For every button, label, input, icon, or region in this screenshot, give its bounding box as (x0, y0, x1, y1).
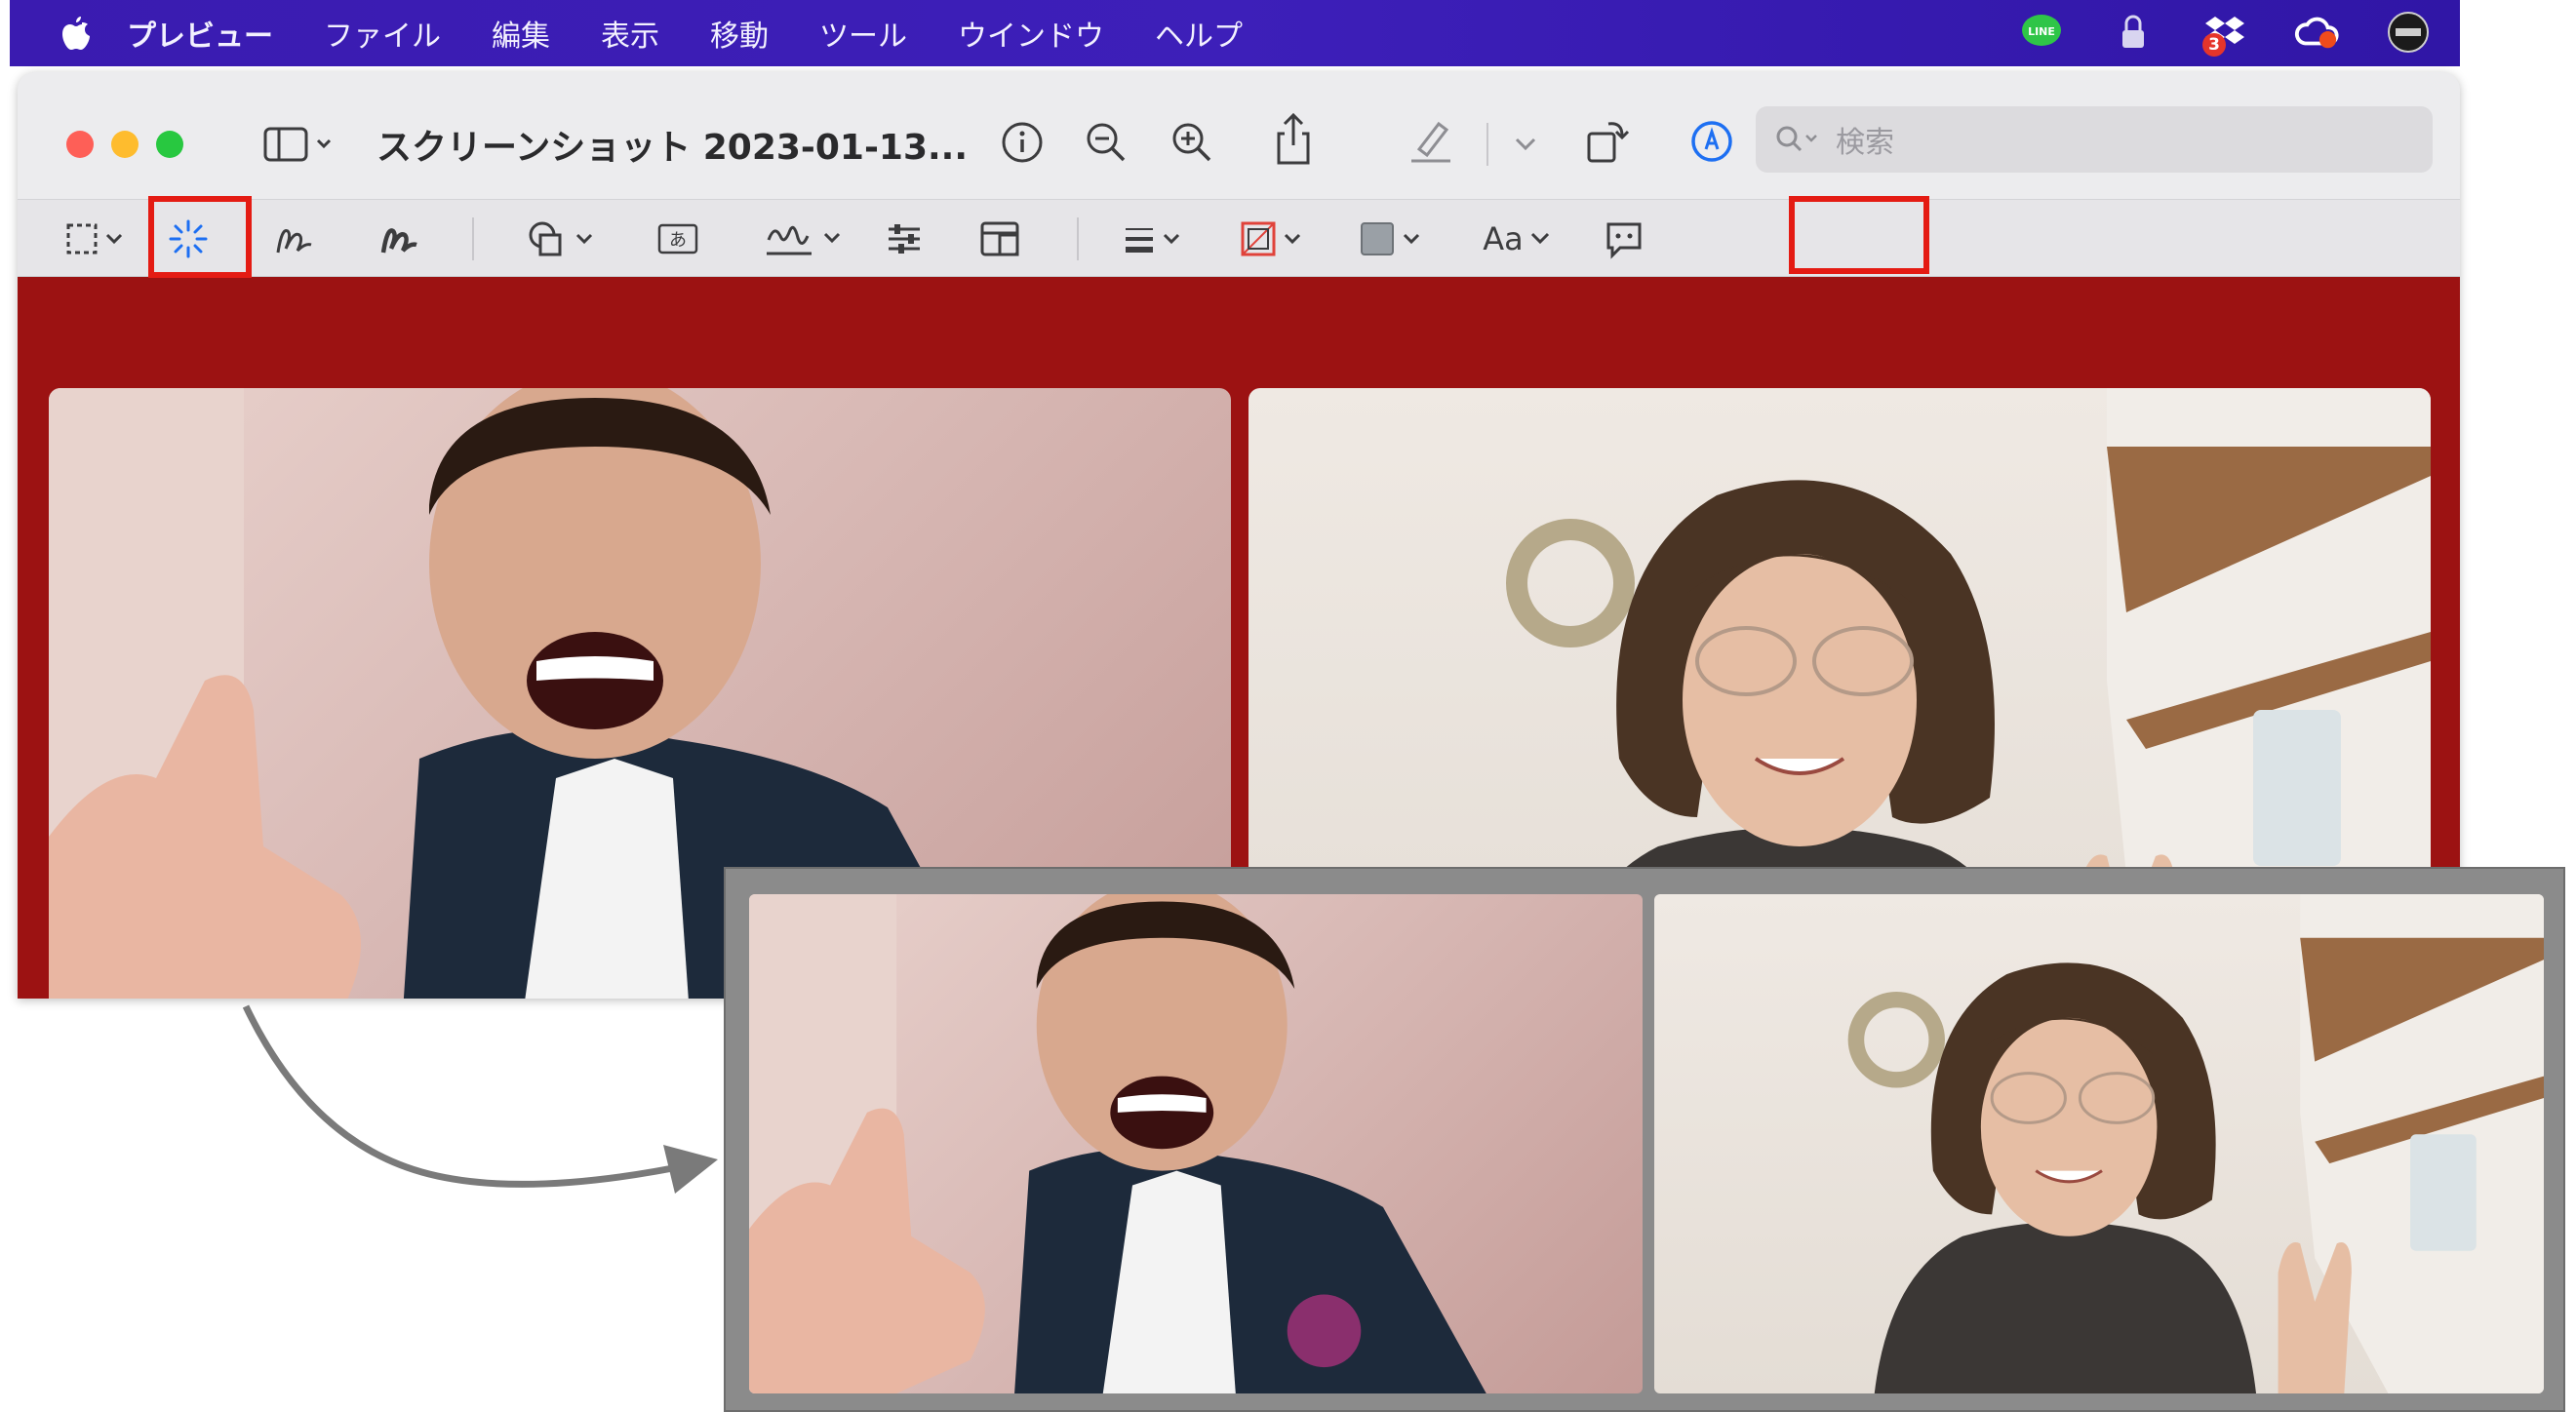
result-frame-left (749, 894, 1643, 1393)
shapes-icon[interactable] (525, 217, 603, 260)
apple-menu-icon[interactable] (59, 14, 94, 53)
markup-toolbar: あ Aa (18, 199, 2460, 277)
text-style-icon[interactable]: Aa (1475, 217, 1563, 260)
instant-alpha-highlight (148, 196, 252, 278)
menu-item-window[interactable]: ウインドウ (958, 12, 1104, 55)
sketch-icon[interactable] (269, 216, 318, 262)
result-frame-right (1654, 894, 2544, 1393)
fill-color-icon[interactable] (1356, 217, 1434, 260)
info-icon[interactable] (999, 119, 1046, 166)
app-badge-icon[interactable] (2386, 10, 2431, 55)
adjust-size-icon[interactable] (975, 217, 1024, 260)
menu-item-file[interactable]: ファイル (324, 12, 441, 55)
menu-item-edit[interactable]: 編集 (492, 12, 550, 55)
text-box-icon[interactable]: あ (654, 217, 702, 260)
line-icon[interactable]: LINE (2019, 10, 2064, 55)
zoom-in-icon[interactable] (1169, 119, 1215, 166)
status-area: LINE 3 (2019, 10, 2431, 57)
close-button[interactable] (66, 131, 94, 158)
markup-icon[interactable] (1687, 117, 1736, 166)
draw-icon[interactable] (375, 216, 423, 262)
search-field[interactable]: 検索 (1756, 106, 2433, 173)
border-color-icon[interactable] (1237, 217, 1315, 260)
dropbox-icon[interactable]: 3 (2202, 10, 2247, 57)
menu-item-preview[interactable]: プレビュー (127, 12, 273, 55)
highlight-icon[interactable] (1405, 115, 1457, 166)
zoom-button[interactable] (156, 131, 183, 158)
toolbar-divider (1486, 123, 1488, 166)
menu-item-help[interactable]: ヘルプ (1155, 12, 1243, 55)
empty-highlight-box (1789, 196, 1929, 274)
person-woman-image (1847, 894, 2544, 1393)
minimize-button[interactable] (111, 131, 139, 158)
search-icon (1776, 126, 1817, 152)
search-placeholder: 検索 (1836, 126, 1894, 160)
rect-selection-icon[interactable] (64, 219, 133, 258)
result-preview (724, 867, 2565, 1412)
line-style-icon[interactable] (1120, 217, 1198, 260)
highlight-dropdown-chevron-icon[interactable] (1508, 131, 1543, 158)
text-style-label: Aa (1483, 220, 1524, 257)
svg-text:あ: あ (669, 230, 687, 251)
toolbar-divider (472, 217, 474, 260)
sign-icon[interactable] (763, 216, 851, 262)
sidebar-icon[interactable] (261, 123, 339, 166)
menu-item-view[interactable]: 表示 (601, 12, 659, 55)
menu-item-tools[interactable]: ツール (819, 12, 907, 55)
menu-item-go[interactable]: 移動 (710, 12, 769, 55)
rotate-icon[interactable] (1582, 113, 1635, 168)
title-bar: スクリーンショット 2023-01-13... 検索 (18, 72, 2460, 199)
share-icon[interactable] (1270, 111, 1317, 168)
dropbox-badge: 3 (2202, 33, 2226, 57)
preview-window: スクリーンショット 2023-01-13... 検索 あ Aa (18, 72, 2460, 999)
arrow-icon (242, 1004, 718, 1194)
lock-icon[interactable] (2111, 10, 2156, 55)
note-icon[interactable] (1600, 217, 1648, 260)
toolbar-divider (1077, 217, 1079, 260)
creative-cloud-icon[interactable] (2294, 10, 2339, 55)
zoom-out-icon[interactable] (1083, 119, 1129, 166)
window-title: スクリーンショット 2023-01-13... (376, 128, 969, 168)
svg-text:LINE: LINE (2028, 25, 2055, 38)
person-man-image (749, 894, 1486, 1393)
menu-bar: プレビュー ファイル 編集 表示 移動 ツール ウインドウ ヘルプ LINE 3 (10, 0, 2460, 66)
adjust-color-icon[interactable] (880, 217, 929, 260)
